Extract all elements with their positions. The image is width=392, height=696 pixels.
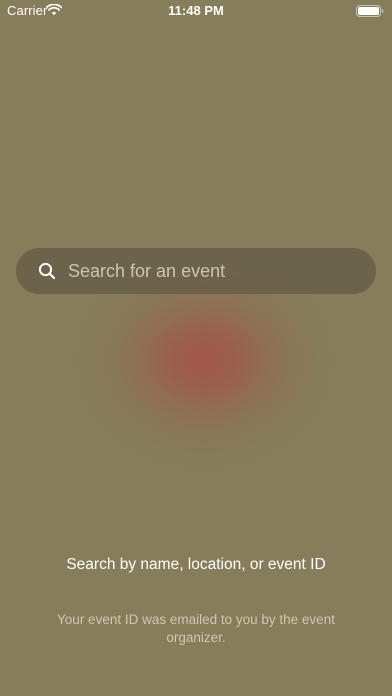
status-bar: Carrier 11:48 PM (0, 0, 392, 22)
search-bar[interactable] (16, 248, 376, 294)
search-icon (38, 262, 56, 280)
battery-icon (356, 5, 384, 17)
search-hint-title: Search by name, location, or event ID (66, 556, 326, 573)
status-time: 11:48 PM (168, 3, 224, 18)
search-hint-subtitle: Your event ID was emailed to you by the … (57, 612, 335, 645)
search-input[interactable] (68, 248, 358, 294)
event-search-screen: Carrier 11:48 PM Search by name, locatio… (0, 0, 392, 696)
